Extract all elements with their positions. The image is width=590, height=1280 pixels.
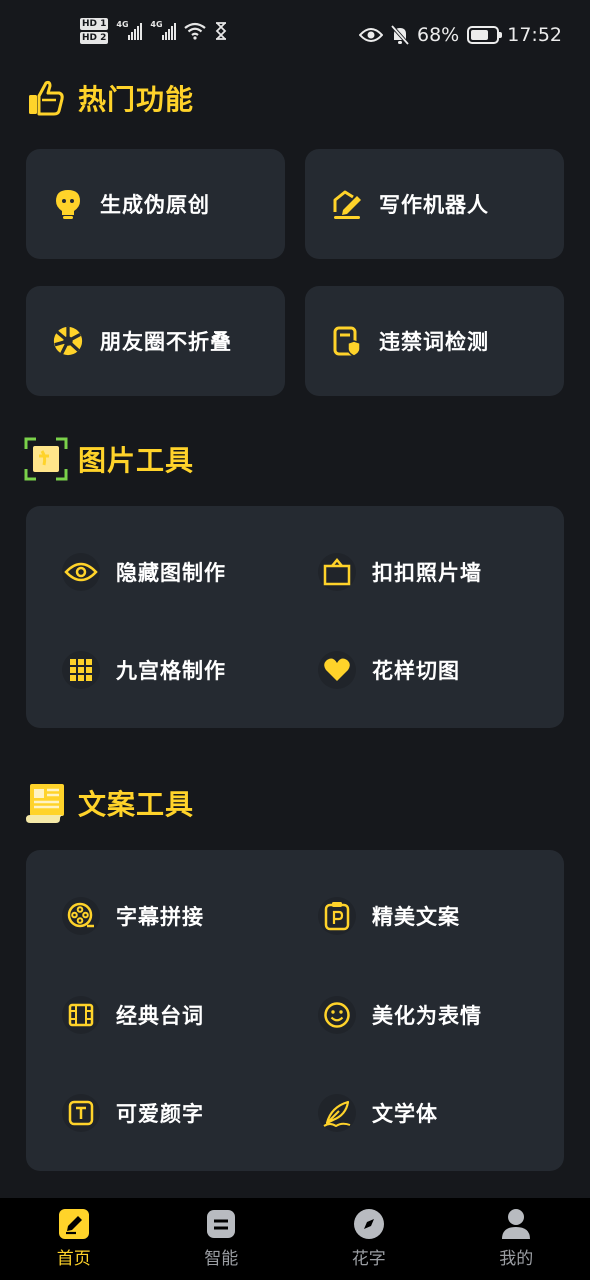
hot-item-moments-no-fold[interactable]: 朋友圈不折叠	[26, 286, 285, 396]
tool-label: 字幕拼接	[116, 905, 204, 929]
text-box-icon	[62, 1094, 100, 1132]
bell-muted-icon	[391, 25, 409, 45]
tool-label: 九宫格制作	[116, 659, 226, 683]
nav-tab-label: 我的	[499, 1249, 534, 1269]
tool-label: 精美文案	[372, 905, 460, 929]
heart-icon	[318, 651, 356, 689]
chat-box-icon	[205, 1208, 237, 1240]
user-icon	[500, 1208, 532, 1240]
film-reel-icon	[62, 897, 100, 935]
hd2-badge: HD 2	[80, 32, 109, 44]
grid-icon	[62, 651, 100, 689]
document-icon	[24, 781, 68, 825]
text-section-header: 文案工具	[24, 781, 194, 825]
nav-tab-label: 首页	[56, 1249, 91, 1269]
tool-qq-photo-wall[interactable]: 扣扣照片墙	[318, 553, 482, 591]
battery-fill	[471, 30, 488, 40]
network-type-label: 4G	[116, 20, 129, 29]
signal-icon: 4G	[116, 20, 143, 40]
smiley-icon	[318, 996, 356, 1034]
network-type-label: 4G	[150, 20, 163, 29]
hd-badges: HD 1 HD 2	[80, 18, 109, 44]
tool-label: 美化为表情	[372, 1004, 482, 1028]
hot-item-label: 违禁词检测	[379, 330, 489, 354]
tool-label: 扣扣照片墙	[372, 561, 482, 585]
hot-section-header: 热门功能	[24, 76, 194, 120]
tool-label: 隐藏图制作	[116, 561, 226, 585]
hourglass-icon	[216, 22, 227, 40]
image-section-header: 图片工具	[24, 437, 194, 481]
tool-classic-lines[interactable]: 经典台词	[62, 996, 204, 1034]
picture-frame-icon	[24, 437, 68, 481]
image-tools-panel: 隐藏图制作 扣扣照片墙 九宫格制作 花样切图	[26, 506, 564, 728]
lightbulb-icon	[52, 188, 84, 220]
tool-nine-grid[interactable]: 九宫格制作	[62, 651, 226, 689]
shield-check-icon	[331, 325, 363, 357]
nav-tab-fancy-text[interactable]: 花字	[295, 1198, 443, 1280]
tool-subtitle-join[interactable]: 字幕拼接	[62, 897, 204, 935]
text-tools-panel: 字幕拼接 精美文案 经典台词 美化为表情 可爱颜字 文学体	[26, 850, 564, 1171]
wifi-icon	[184, 22, 207, 40]
tool-beautify-emoji[interactable]: 美化为表情	[318, 996, 482, 1034]
signal-icon: 4G	[150, 20, 177, 40]
tool-fancy-cut[interactable]: 花样切图	[318, 651, 460, 689]
hot-item-banned-word-check[interactable]: 违禁词检测	[305, 286, 564, 396]
nav-tab-label: 智能	[204, 1249, 239, 1269]
battery-icon	[467, 26, 503, 44]
nav-tab-smart[interactable]: 智能	[148, 1198, 296, 1280]
nav-tab-mine[interactable]: 我的	[443, 1198, 590, 1280]
tool-hidden-image[interactable]: 隐藏图制作	[62, 553, 226, 591]
tool-literary-style[interactable]: 文学体	[318, 1094, 438, 1132]
hot-item-label: 生成伪原创	[100, 193, 210, 217]
text-section-title: 文案工具	[78, 788, 195, 821]
tool-label: 文学体	[372, 1102, 438, 1126]
nav-tab-home[interactable]: 首页	[0, 1198, 148, 1280]
writing-pen-icon	[331, 188, 363, 220]
hot-item-label: 朋友圈不折叠	[100, 330, 232, 354]
thumbs-up-icon	[24, 76, 68, 120]
tool-fine-copy[interactable]: 精美文案	[318, 897, 460, 935]
hd1-badge: HD 1	[80, 18, 109, 30]
feather-icon	[318, 1094, 356, 1132]
eye-comfort-icon	[359, 28, 383, 42]
hot-item-pseudo-original[interactable]: 生成伪原创	[26, 149, 285, 259]
tool-label: 可爱颜字	[116, 1102, 204, 1126]
tool-cute-kaomoji[interactable]: 可爱颜字	[62, 1094, 204, 1132]
film-strip-icon	[62, 996, 100, 1034]
photo-wall-icon	[318, 553, 356, 591]
tool-label: 花样切图	[372, 659, 460, 683]
edit-icon	[58, 1208, 90, 1240]
parking-badge-icon	[318, 897, 356, 935]
tool-label: 经典台词	[116, 1004, 204, 1028]
aperture-icon	[52, 325, 84, 357]
status-bar-right: 68% 17:52	[359, 24, 562, 46]
hot-section-title: 热门功能	[78, 83, 195, 116]
status-bar-left: HD 1 HD 2 4G 4G	[80, 18, 228, 44]
image-section-title: 图片工具	[78, 444, 195, 477]
bottom-nav: 首页 智能 花字 我的	[0, 1198, 590, 1280]
hot-item-writing-robot[interactable]: 写作机器人	[305, 149, 564, 259]
battery-percent: 68%	[417, 24, 460, 46]
eye-icon	[62, 553, 100, 591]
hot-item-label: 写作机器人	[379, 193, 489, 217]
clock: 17:52	[507, 24, 562, 46]
compass-icon	[353, 1208, 385, 1240]
status-bar: HD 1 HD 2 4G 4G 68% 17:52	[0, 0, 590, 70]
nav-tab-label: 花字	[351, 1249, 386, 1269]
